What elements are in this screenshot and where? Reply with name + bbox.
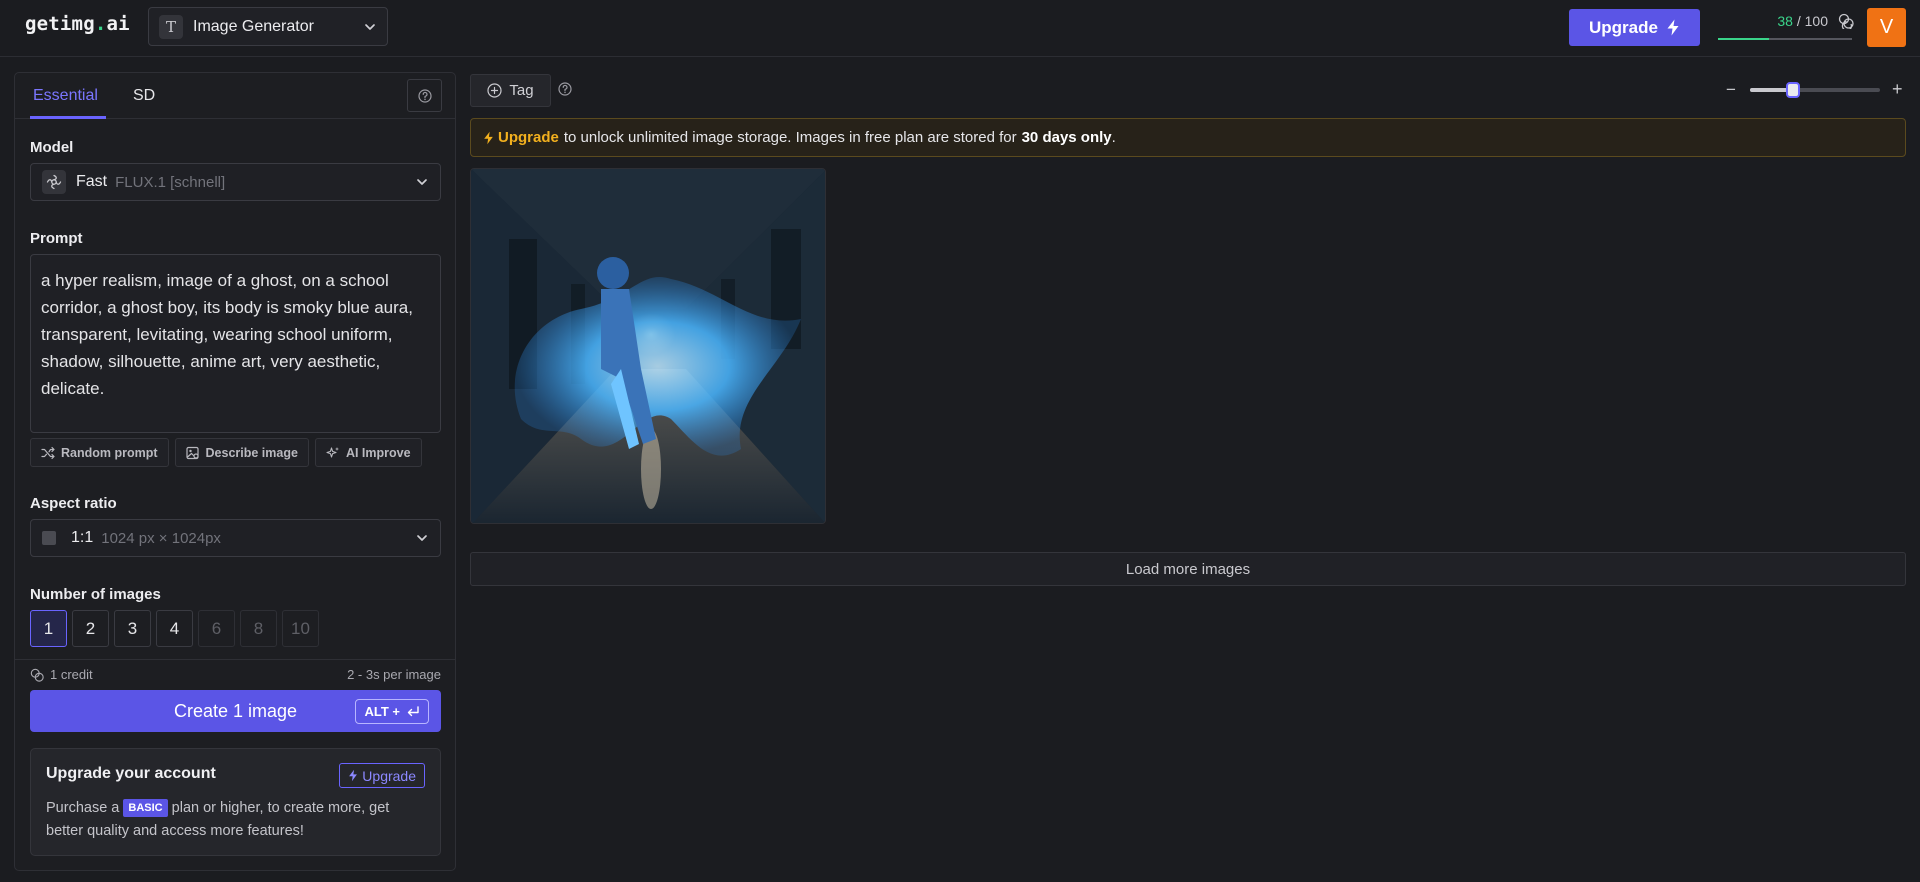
coins-icon: [30, 668, 44, 682]
image-count-option[interactable]: 4: [156, 610, 193, 647]
image-count-option[interactable]: 3: [114, 610, 151, 647]
image-count-option[interactable]: 10: [282, 610, 319, 647]
coins-icon: [1838, 13, 1854, 29]
logo-suffix: ai: [106, 13, 130, 35]
settings-panel: Essential SD Model Fast FLUX.1 [schnell]…: [14, 72, 456, 871]
chevron-down-icon: [415, 175, 429, 189]
square-ratio-icon: [42, 531, 56, 545]
tag-help-icon[interactable]: [558, 82, 572, 96]
zoom-out-button[interactable]: −: [1726, 80, 1736, 100]
load-more-button[interactable]: Load more images: [470, 552, 1906, 586]
logo-text: getimg: [25, 13, 95, 35]
create-image-button[interactable]: Create 1 image ALT +: [30, 690, 441, 732]
storage-upgrade-banner: Upgrade to unlock unlimited image storag…: [470, 118, 1906, 157]
upgrade-account-card: Upgrade your account Upgrade Purchase a …: [30, 748, 441, 856]
top-bar: getimg.ai T Image Generator Upgrade 38 /…: [0, 0, 1920, 57]
number-of-images-label: Number of images: [30, 586, 161, 603]
shortcut-label: ALT +: [364, 704, 400, 719]
model-variant: FLUX.1 [schnell]: [115, 173, 226, 191]
enter-key-icon: [406, 705, 420, 718]
credit-cost: 1 credit: [50, 667, 93, 682]
logo-dot: .: [94, 13, 107, 35]
upgrade-button-label: Upgrade: [1589, 17, 1658, 37]
generation-speed: 2 - 3s per image: [347, 667, 441, 682]
plus-circle-icon: [487, 83, 503, 98]
settings-tabs: Essential SD: [15, 73, 455, 119]
image-count-option[interactable]: 6: [198, 610, 235, 647]
image-search-icon: [185, 446, 200, 460]
aspect-ratio-label: Aspect ratio: [30, 495, 117, 512]
user-avatar[interactable]: V: [1867, 8, 1906, 47]
tab-sd[interactable]: SD: [133, 87, 155, 105]
image-count-option[interactable]: 2: [72, 610, 109, 647]
credits-used: 38: [1777, 13, 1793, 29]
shuffle-icon: [41, 446, 55, 460]
tag-button-label: Tag: [509, 82, 534, 99]
prompt-actions: Random prompt Describe image AI Improve: [30, 438, 422, 467]
tag-button[interactable]: Tag: [470, 74, 551, 107]
upgrade-button[interactable]: Upgrade: [1569, 9, 1700, 46]
banner-text: to unlock unlimited image storage. Image…: [563, 129, 1017, 146]
random-prompt-button[interactable]: Random prompt: [30, 438, 169, 467]
upgrade-card-text: Purchase a BASIC plan or higher, to crea…: [46, 797, 426, 843]
random-prompt-label: Random prompt: [61, 445, 158, 460]
banner-upgrade-link[interactable]: Upgrade: [498, 129, 559, 146]
basic-plan-badge: BASIC: [123, 799, 168, 817]
tool-selector[interactable]: T Image Generator: [148, 7, 388, 46]
upgrade-card-button-label: Upgrade: [362, 767, 416, 784]
banner-end: .: [1111, 129, 1116, 146]
credits-total: / 100: [1796, 13, 1828, 29]
upgrade-text-start: Purchase a: [46, 800, 120, 816]
describe-image-button[interactable]: Describe image: [174, 438, 309, 467]
generated-image[interactable]: [470, 168, 826, 524]
text-tool-icon: T: [159, 14, 183, 39]
image-count-option[interactable]: 1: [30, 610, 67, 647]
credits-progress-bar: [1718, 38, 1852, 40]
create-image-label: Create 1 image: [173, 700, 298, 721]
chevron-down-icon: [363, 20, 377, 34]
lightning-icon: [483, 131, 494, 145]
model-label: Model: [30, 139, 74, 156]
credits-meter[interactable]: 38 / 100: [1718, 10, 1854, 40]
active-tab-indicator: [30, 116, 106, 119]
zoom-slider-thumb[interactable]: [1785, 82, 1800, 98]
model-select[interactable]: Fast FLUX.1 [schnell]: [30, 163, 441, 201]
aspect-ratio-select[interactable]: 1:1 1024 px × 1024px: [30, 519, 441, 557]
zoom-in-button[interactable]: +: [1892, 79, 1903, 100]
image-count-option[interactable]: 8: [240, 610, 277, 647]
panel-divider: [15, 659, 455, 660]
ai-improve-button[interactable]: AI Improve: [314, 438, 422, 467]
logo[interactable]: getimg.ai: [25, 13, 130, 35]
sparkles-icon: [326, 446, 340, 460]
banner-bold-text: 30 days only: [1021, 129, 1112, 146]
chevron-down-icon: [415, 531, 429, 545]
aspect-ratio-value: 1:1: [71, 529, 94, 546]
zoom-slider[interactable]: [1750, 82, 1880, 98]
aspect-ratio-size: 1024 px × 1024px: [101, 529, 221, 547]
describe-image-label: Describe image: [205, 445, 298, 460]
upgrade-card-title: Upgrade your account: [46, 765, 216, 782]
model-icon: [42, 170, 66, 194]
help-button[interactable]: [407, 79, 442, 112]
cost-row: 1 credit 2 - 3s per image: [30, 667, 441, 682]
credits-progress-fill: [1718, 38, 1769, 40]
lightning-icon: [348, 769, 358, 782]
number-of-images-selector: 1 2 3 4 6 8 10: [30, 610, 319, 647]
tab-essential[interactable]: Essential: [33, 87, 98, 105]
ai-improve-label: AI Improve: [345, 445, 411, 460]
keyboard-shortcut: ALT +: [355, 699, 429, 724]
ghost-corridor-image: [471, 169, 825, 523]
model-name: Fast: [76, 173, 108, 190]
question-icon: [417, 88, 432, 103]
upgrade-card-button[interactable]: Upgrade: [339, 763, 425, 788]
tool-selector-label: Image Generator: [193, 17, 314, 35]
prompt-textarea[interactable]: a hyper realism, image of a ghost, on a …: [30, 254, 441, 433]
prompt-label: Prompt: [30, 230, 83, 247]
lightning-icon: [1666, 19, 1680, 36]
